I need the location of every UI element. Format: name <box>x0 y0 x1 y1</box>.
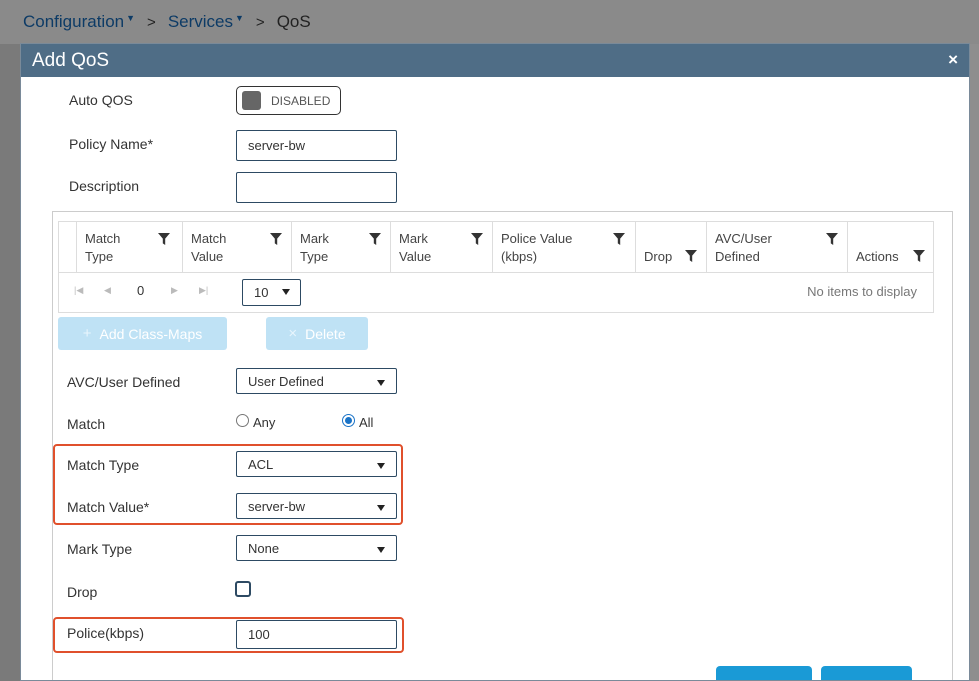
caret-down-icon <box>377 547 385 553</box>
toggle-knob <box>242 91 261 110</box>
caret-down-icon <box>282 289 290 295</box>
match-all-label: All <box>359 415 374 430</box>
background-strip <box>969 44 979 681</box>
breadcrumb-current: QoS <box>276 12 311 31</box>
description-input[interactable] <box>236 172 397 203</box>
breadcrumb-services[interactable]: Services ▼ <box>168 12 244 32</box>
policy-name-label: Policy Name* <box>69 136 154 152</box>
filter-icon[interactable] <box>471 233 483 245</box>
policy-name-input[interactable]: server-bw <box>236 130 397 161</box>
dialog-header: Add QoS × <box>21 44 969 77</box>
delete-button[interactable]: × Delete <box>266 317 368 350</box>
class-map-grid: Match Type Match Value Mark Type Mark Value … <box>58 221 934 313</box>
filter-icon[interactable] <box>369 233 381 245</box>
caret-down-icon <box>377 505 385 511</box>
column-match-type[interactable]: Match Type <box>76 222 182 272</box>
last-page-icon[interactable]: ▶| <box>199 285 208 296</box>
match-type-label: Match Type <box>67 457 140 473</box>
match-value-label: Match Value* <box>67 499 150 515</box>
prev-page-icon[interactable]: ◀ <box>104 285 111 296</box>
first-page-icon[interactable]: |◀ <box>74 285 83 296</box>
toggle-state: DISABLED <box>271 93 331 108</box>
filter-icon[interactable] <box>826 233 838 245</box>
column-actions[interactable]: Actions <box>847 222 933 272</box>
filter-icon[interactable] <box>270 233 282 245</box>
column-match-value[interactable]: Match Value <box>182 222 291 272</box>
plus-icon: + <box>82 325 92 342</box>
column-mark-type[interactable]: Mark Type <box>291 222 390 272</box>
police-label: Police(kbps) <box>67 625 145 641</box>
grid-select-column <box>59 222 76 272</box>
current-page: 0 <box>137 283 145 298</box>
description-label: Description <box>69 178 140 194</box>
breadcrumb: Configuration ▼ > Services ▼ > QoS <box>0 0 979 44</box>
filter-icon[interactable] <box>913 250 925 262</box>
close-icon[interactable]: × <box>948 50 958 70</box>
caret-down-icon: ▼ <box>126 13 136 23</box>
auto-qos-toggle[interactable]: DISABLED <box>236 86 341 115</box>
avc-label: AVC/User Defined <box>67 374 181 390</box>
column-police-value[interactable]: Police Value (kbps) <box>492 222 635 272</box>
column-drop[interactable]: Drop <box>635 222 706 272</box>
match-value-select[interactable]: server-bw <box>236 493 397 519</box>
dialog-title: Add QoS <box>32 49 110 71</box>
column-mark-value[interactable]: Mark Value <box>390 222 492 272</box>
caret-down-icon <box>377 380 385 386</box>
empty-message: No items to display <box>807 284 917 299</box>
filter-icon[interactable] <box>613 233 625 245</box>
close-icon: × <box>288 325 298 342</box>
chevron-right-icon: > <box>147 13 156 31</box>
match-all-radio[interactable] <box>342 414 355 427</box>
cancel-button[interactable] <box>716 666 812 680</box>
grid-pager: |◀ ◀ 0 ▶ ▶| 10 No items to display <box>59 273 933 313</box>
match-any-radio[interactable] <box>236 414 249 427</box>
next-page-icon[interactable]: ▶ <box>171 285 178 296</box>
grid-header: Match Type Match Value Mark Type Mark Value … <box>59 222 933 273</box>
match-type-select[interactable]: ACL <box>236 451 397 477</box>
match-any-label: Any <box>253 415 276 430</box>
apply-button[interactable] <box>821 666 912 680</box>
add-qos-dialog: Add QoS × Auto QOS DISABLED Policy Name*… <box>20 43 970 681</box>
filter-icon[interactable] <box>685 250 697 262</box>
drop-checkbox[interactable] <box>235 581 251 597</box>
chevron-right-icon: > <box>255 13 265 31</box>
column-avc-user-defined[interactable]: AVC/User Defined <box>706 222 847 272</box>
page-size-select[interactable]: 10 <box>242 279 301 306</box>
caret-down-icon: ▼ <box>235 13 244 23</box>
mark-type-label: Mark Type <box>67 541 133 557</box>
match-label: Match <box>67 416 106 432</box>
mark-type-select[interactable]: None <box>236 535 397 561</box>
avc-select[interactable]: User Defined <box>236 368 397 394</box>
breadcrumb-configuration[interactable]: Configuration ▼ <box>23 12 135 32</box>
police-input[interactable]: 100 <box>236 620 397 649</box>
filter-icon[interactable] <box>158 233 170 245</box>
add-class-maps-button[interactable]: + Add Class-Maps <box>58 317 227 350</box>
caret-down-icon <box>377 463 385 469</box>
auto-qos-label: Auto QOS <box>69 92 133 108</box>
drop-label: Drop <box>67 584 98 600</box>
